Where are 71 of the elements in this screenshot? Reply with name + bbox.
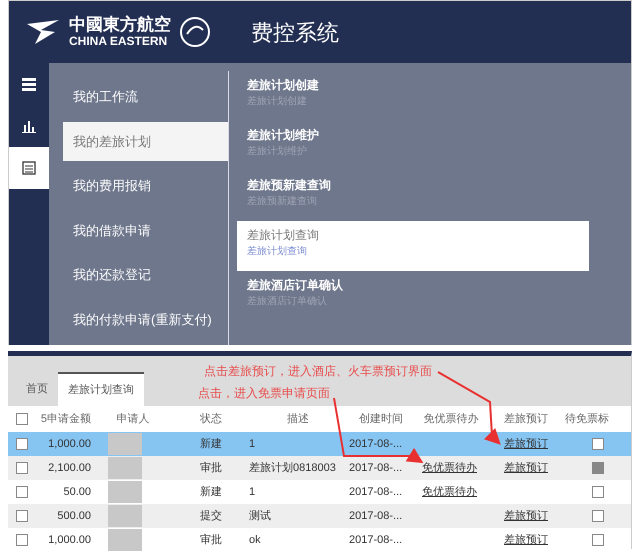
redacted-block	[108, 505, 142, 527]
column-header: 申请人	[116, 412, 150, 425]
table-cell: 新建	[200, 486, 222, 498]
flag-checkbox[interactable]	[592, 438, 604, 450]
form-icon[interactable]	[21, 160, 37, 176]
table-cell: 50.00	[63, 486, 91, 498]
select-all-checkbox[interactable]	[16, 412, 28, 425]
menu-item-title: 差旅计划创建	[247, 77, 320, 94]
table-cell: 差旅计划0818003	[249, 462, 336, 474]
table-cell: 1	[249, 486, 256, 498]
table-cell: 新建	[200, 438, 222, 450]
annotation-text: 点击，进入免票申请页面	[198, 385, 330, 402]
menu-item-title: 差旅计划查询	[247, 227, 320, 244]
column-header: 描述	[287, 412, 309, 425]
column-header: 差旅预订	[504, 412, 548, 425]
menu-group-item[interactable]: 我的差旅计划	[63, 122, 228, 161]
flag-checkbox[interactable]	[592, 462, 604, 474]
menu-group-item[interactable]: 我的付款申请(重新支付)	[63, 300, 228, 339]
menu-item[interactable]: 差旅计划查询 差旅计划查询	[237, 221, 589, 271]
menu-item-title: 差旅计划维护	[247, 127, 320, 144]
row-checkbox[interactable]	[16, 462, 28, 474]
table-cell: 2017-08-...	[349, 486, 402, 498]
table-cell: 2,100.00	[48, 462, 91, 474]
column-header: 待免票标	[565, 412, 609, 425]
row-checkbox[interactable]	[16, 510, 28, 522]
table-cell: ok	[249, 534, 261, 546]
table-cell: 审批	[200, 534, 222, 546]
column-header: 创建时间	[359, 412, 403, 425]
logo-text: CHINA EASTERN	[69, 34, 168, 48]
menu-group-item[interactable]: 我的还款登记	[63, 255, 228, 294]
flag-checkbox[interactable]	[592, 510, 604, 522]
menu-item-title: 差旅酒店订单确认	[247, 277, 344, 294]
table-cell: 2017-08-...	[349, 534, 402, 546]
menu-group-item[interactable]: 我的费用报销	[63, 166, 228, 206]
list-icon[interactable]	[21, 76, 37, 92]
emblem-icon	[179, 16, 211, 48]
table-cell: 1,000.00	[48, 438, 91, 450]
table-cell: 2017-08-...	[349, 462, 402, 474]
flag-checkbox[interactable]	[592, 534, 604, 546]
table-cell: 1,000.00	[48, 534, 91, 546]
menu-item-title: 差旅预新建查询	[247, 177, 332, 194]
table-cell: 2017-08-...	[349, 438, 402, 450]
redacted-block	[108, 481, 142, 503]
row-checkbox[interactable]	[16, 534, 28, 546]
table-cell: 1	[249, 438, 256, 450]
table-cell: 500.00	[57, 510, 91, 522]
bar-chart-icon[interactable]	[21, 118, 37, 134]
table-cell: 测试	[249, 510, 271, 522]
flag-checkbox[interactable]	[592, 486, 604, 498]
row-checkbox[interactable]	[16, 486, 28, 498]
free-ticket-link[interactable]: 免优票待办	[422, 486, 477, 498]
booking-link[interactable]: 差旅预订	[504, 534, 548, 546]
table-cell: 审批	[200, 462, 222, 474]
redacted-block	[108, 529, 142, 551]
table-cell: 2017-08-...	[349, 510, 402, 522]
menu-group-item[interactable]: 我的借款申请	[63, 210, 228, 250]
row-checkbox[interactable]	[16, 438, 28, 450]
column-header: 状态	[200, 412, 222, 425]
redacted-block	[108, 433, 142, 455]
tab[interactable]: 差旅计划查询	[58, 372, 144, 406]
redacted-block	[108, 457, 142, 479]
menu-item-subtitle: 差旅计划查询	[247, 244, 308, 259]
table-cell: 提交	[200, 510, 222, 522]
column-header: 5申请金额	[40, 412, 91, 425]
swallow-logo-icon	[25, 18, 61, 46]
tab[interactable]: 首页	[16, 372, 58, 406]
logo-text: 中國東方航空	[69, 16, 171, 35]
annotation-text: 点击差旅预订，进入酒店、火车票预订界面	[204, 363, 432, 380]
menu-group-item[interactable]: 我的工作流	[63, 77, 228, 116]
system-title: 费控系统	[251, 18, 339, 46]
column-header: 免优票待办	[424, 412, 478, 425]
